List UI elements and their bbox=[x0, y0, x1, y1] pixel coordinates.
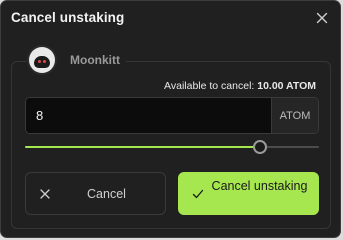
amount-slider[interactable] bbox=[25, 140, 319, 154]
slider-fill bbox=[25, 146, 260, 148]
confirm-button-label: Cancel unstaking bbox=[211, 179, 308, 193]
available-label: Available to cancel: bbox=[164, 80, 255, 92]
amount-field: ATOM bbox=[25, 97, 319, 134]
confirm-cancel-unstaking-button[interactable]: Cancel unstaking bbox=[178, 172, 319, 215]
close-icon bbox=[40, 189, 50, 199]
validator-header: Moonkitt bbox=[29, 47, 126, 73]
check-icon bbox=[192, 189, 204, 199]
available-to-cancel: Available to cancel: 10.00 ATOM bbox=[164, 80, 316, 92]
dialog-title: Cancel unstaking bbox=[11, 10, 125, 25]
close-icon bbox=[316, 12, 328, 24]
available-value: 10.00 ATOM bbox=[257, 80, 316, 92]
amount-input[interactable] bbox=[26, 98, 271, 133]
cancel-button-label: Cancel bbox=[87, 187, 126, 201]
validator-avatar bbox=[29, 47, 55, 73]
cancel-button[interactable]: Cancel bbox=[25, 172, 166, 215]
cancel-unstaking-dialog: Cancel unstaking Moonkitt Available to c… bbox=[0, 0, 341, 238]
validator-name: Moonkitt bbox=[70, 53, 120, 67]
amount-unit: ATOM bbox=[271, 98, 318, 133]
close-button[interactable] bbox=[314, 10, 330, 26]
cat-avatar-icon bbox=[34, 56, 50, 68]
slider-thumb[interactable] bbox=[253, 140, 267, 154]
